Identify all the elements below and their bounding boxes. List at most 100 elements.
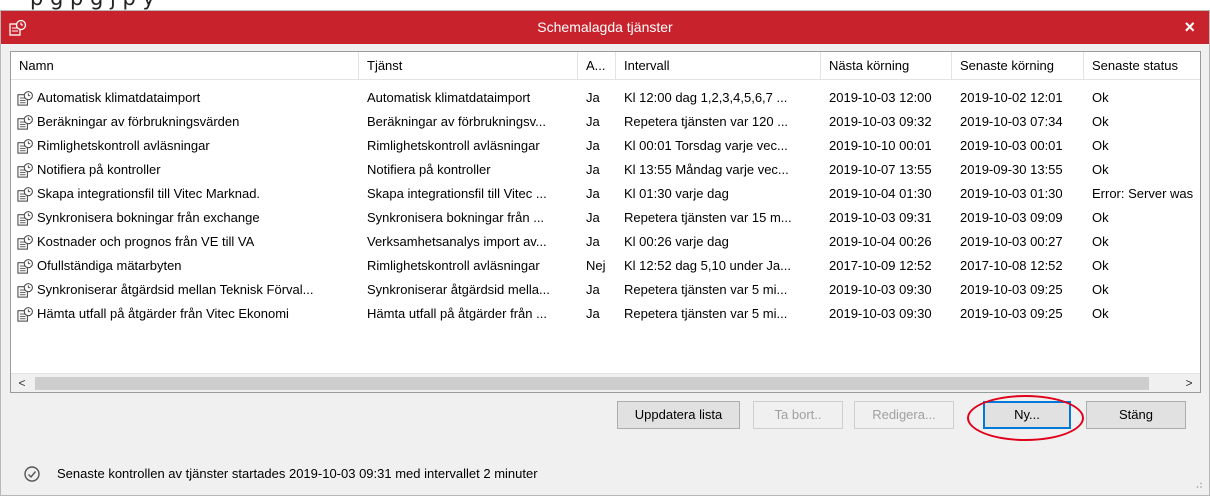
scheduled-service-icon bbox=[17, 90, 33, 106]
cell-aktiv: Ja bbox=[586, 210, 600, 225]
cell-namn: Kostnader och prognos från VE till VA bbox=[11, 230, 359, 254]
table-row[interactable]: Beräkningar av förbrukningsvärden Beräkni… bbox=[11, 110, 1200, 134]
cell-namn: Beräkningar av förbrukningsvärden bbox=[11, 110, 359, 134]
title-bar: Schemalagda tjänster × bbox=[1, 11, 1209, 44]
cell-aktiv: Ja bbox=[586, 282, 600, 297]
cell-namn: Hämta utfall på åtgärder från Vitec Ekon… bbox=[11, 302, 359, 326]
horizontal-scrollbar[interactable]: < > bbox=[11, 373, 1200, 392]
cell-senaste-status: Ok bbox=[1092, 162, 1109, 177]
cell-nasta-korning: 2019-10-03 09:32 bbox=[829, 114, 932, 129]
cell-nasta-korning: 2019-10-04 01:30 bbox=[829, 186, 932, 201]
cell-senaste-status: Ok bbox=[1092, 90, 1109, 105]
service-name-label: Rimlighetskontroll avläsningar bbox=[37, 138, 210, 153]
cell-aktiv: Ja bbox=[586, 306, 600, 321]
column-header-senaste-korning[interactable]: Senaste körning bbox=[952, 52, 1084, 80]
status-text: Senaste kontrollen av tjänster startades… bbox=[57, 466, 538, 481]
service-name-label: Beräkningar av förbrukningsvärden bbox=[37, 114, 240, 129]
cell-nasta-korning: 2019-10-07 13:55 bbox=[829, 162, 932, 177]
list-header: Namn Tjänst A... Intervall Nästa körning… bbox=[11, 52, 1200, 80]
cell-aktiv: Ja bbox=[586, 138, 600, 153]
cell-aktiv: Ja bbox=[586, 186, 600, 201]
cell-tjanst: Rimlighetskontroll avläsningar bbox=[367, 138, 540, 153]
service-name-label: Hämta utfall på åtgärder från Vitec Ekon… bbox=[37, 306, 289, 321]
scrollbar-thumb[interactable] bbox=[35, 377, 1149, 390]
cropped-text-fragment: p g p g j p y bbox=[30, 0, 155, 10]
column-header-tjanst[interactable]: Tjänst bbox=[359, 52, 578, 80]
cell-senaste-korning: 2019-10-03 09:25 bbox=[960, 282, 1063, 297]
cell-nasta-korning: 2019-10-03 12:00 bbox=[829, 90, 932, 105]
cell-nasta-korning: 2019-10-03 09:31 bbox=[829, 210, 932, 225]
service-name-label: Synkronisera bokningar från exchange bbox=[37, 210, 260, 225]
cell-namn: Ofullständiga mätarbyten bbox=[11, 254, 359, 278]
scheduled-service-icon bbox=[17, 162, 33, 178]
cell-senaste-korning: 2019-10-03 01:30 bbox=[960, 186, 1063, 201]
scroll-right-arrow-icon[interactable]: > bbox=[1178, 374, 1200, 392]
cell-namn: Notifiera på kontroller bbox=[11, 158, 359, 182]
service-name-label: Synkroniserar åtgärdsid mellan Teknisk F… bbox=[37, 282, 314, 297]
service-name-label: Notifiera på kontroller bbox=[37, 162, 161, 177]
table-row[interactable]: Rimlighetskontroll avläsningar Rimlighets… bbox=[11, 134, 1200, 158]
column-header-aktiv[interactable]: A... bbox=[578, 52, 616, 80]
window-title: Schemalagda tjänster bbox=[537, 19, 673, 35]
cell-namn: Rimlighetskontroll avläsningar bbox=[11, 134, 359, 158]
cell-namn: Synkroniserar åtgärdsid mellan Teknisk F… bbox=[11, 278, 359, 302]
cropped-background-text: p g p g j p y bbox=[0, 0, 1210, 10]
cell-tjanst: Verksamhetsanalys import av... bbox=[367, 234, 547, 249]
services-list[interactable]: Namn Tjänst A... Intervall Nästa körning… bbox=[10, 51, 1201, 393]
column-header-nasta-korning[interactable]: Nästa körning bbox=[821, 52, 952, 80]
cell-namn: Synkronisera bokningar från exchange bbox=[11, 206, 359, 230]
cell-senaste-status: Ok bbox=[1092, 258, 1109, 273]
service-name-label: Ofullständiga mätarbyten bbox=[37, 258, 182, 273]
table-row[interactable]: Hämta utfall på åtgärder från Vitec Ekon… bbox=[11, 302, 1200, 326]
cell-aktiv: Ja bbox=[586, 90, 600, 105]
cell-senaste-korning: 2019-10-03 00:01 bbox=[960, 138, 1063, 153]
cell-tjanst: Skapa integrationsfil till Vitec ... bbox=[367, 186, 547, 201]
close-button[interactable]: Stäng bbox=[1086, 401, 1186, 429]
cell-tjanst: Hämta utfall på åtgärder från ... bbox=[367, 306, 547, 321]
cell-senaste-status: Ok bbox=[1092, 114, 1109, 129]
cell-tjanst: Automatisk klimatdataimport bbox=[367, 90, 531, 105]
service-name-label: Kostnader och prognos från VE till VA bbox=[37, 234, 255, 249]
scheduled-service-icon bbox=[17, 186, 33, 202]
cell-nasta-korning: 2017-10-09 12:52 bbox=[829, 258, 932, 273]
cell-aktiv: Ja bbox=[586, 234, 600, 249]
table-row[interactable]: Notifiera på kontroller Notifiera på kont… bbox=[11, 158, 1200, 182]
cell-intervall: Kl 00:01 Torsdag varje vec... bbox=[624, 138, 788, 153]
cell-senaste-status: Ok bbox=[1092, 210, 1109, 225]
cell-tjanst: Beräkningar av förbrukningsv... bbox=[367, 114, 546, 129]
cell-senaste-korning: 2019-10-03 09:25 bbox=[960, 306, 1063, 321]
edit-button[interactable]: Redigera... bbox=[854, 401, 954, 429]
scroll-left-arrow-icon[interactable]: < bbox=[11, 374, 33, 392]
table-row[interactable]: Synkroniserar åtgärdsid mellan Teknisk F… bbox=[11, 278, 1200, 302]
column-header-intervall[interactable]: Intervall bbox=[616, 52, 821, 80]
list-rows: Automatisk klimatdataimport Automatisk kl… bbox=[11, 86, 1200, 326]
table-row[interactable]: Kostnader och prognos från VE till VA Ver… bbox=[11, 230, 1200, 254]
cell-namn: Automatisk klimatdataimport bbox=[11, 86, 359, 110]
table-row[interactable]: Automatisk klimatdataimport Automatisk kl… bbox=[11, 86, 1200, 110]
table-row[interactable]: Skapa integrationsfil till Vitec Marknad… bbox=[11, 182, 1200, 206]
cell-senaste-status: Error: Server was bbox=[1092, 186, 1194, 201]
cell-nasta-korning: 2019-10-04 00:26 bbox=[829, 234, 932, 249]
scheduled-service-icon bbox=[17, 306, 33, 322]
cell-senaste-korning: 2019-09-30 13:55 bbox=[960, 162, 1063, 177]
table-row[interactable]: Ofullständiga mätarbyten Rimlighetskontro… bbox=[11, 254, 1200, 278]
cell-intervall: Kl 12:52 dag 5,10 under Ja... bbox=[624, 258, 791, 273]
resize-grip-icon[interactable] bbox=[1193, 479, 1203, 489]
clock-check-icon bbox=[24, 466, 40, 482]
column-header-senaste-status[interactable]: Senaste status bbox=[1084, 52, 1200, 80]
cell-senaste-korning: 2019-10-03 09:09 bbox=[960, 210, 1063, 225]
delete-button[interactable]: Ta bort.. bbox=[753, 401, 843, 429]
close-icon[interactable]: × bbox=[1184, 17, 1195, 38]
cell-senaste-status: Ok bbox=[1092, 282, 1109, 297]
scheduled-service-icon bbox=[17, 210, 33, 226]
cell-intervall: Kl 12:00 dag 1,2,3,4,5,6,7 ... bbox=[624, 90, 788, 105]
new-service-button[interactable]: Ny... bbox=[983, 401, 1071, 429]
scheduled-service-icon bbox=[17, 234, 33, 250]
cell-intervall: Repetera tjänsten var 5 mi... bbox=[624, 282, 788, 297]
table-row[interactable]: Synkronisera bokningar från exchange Synk… bbox=[11, 206, 1200, 230]
refresh-list-button[interactable]: Uppdatera lista bbox=[617, 401, 740, 429]
scheduled-service-icon bbox=[17, 258, 33, 274]
column-header-namn[interactable]: Namn bbox=[11, 52, 359, 80]
cell-intervall: Kl 00:26 varje dag bbox=[624, 234, 729, 249]
cell-tjanst: Rimlighetskontroll avläsningar bbox=[367, 258, 540, 273]
